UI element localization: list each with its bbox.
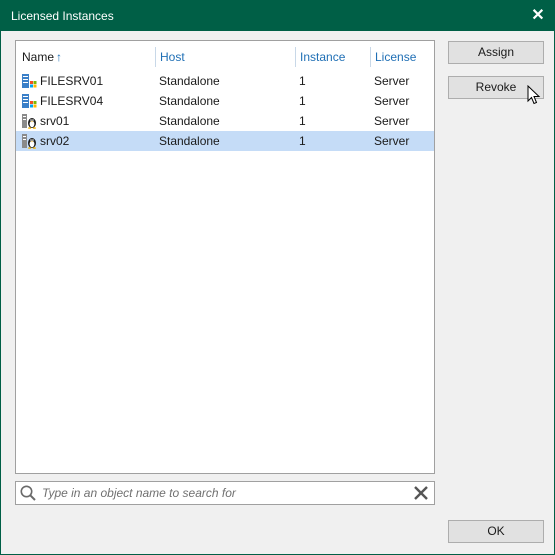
row-name: FILESRV04 xyxy=(40,94,104,108)
search-input[interactable] xyxy=(42,484,402,502)
row-name: srv02 xyxy=(40,134,70,148)
close-icon[interactable]: ✕ xyxy=(528,6,548,26)
row-license: Server xyxy=(374,114,410,128)
column-header-host[interactable]: Host xyxy=(155,47,295,67)
row-instance: 1 xyxy=(299,134,306,148)
row-instance: 1 xyxy=(299,74,306,88)
window-title: Licensed Instances xyxy=(11,9,114,23)
row-instance: 1 xyxy=(299,114,306,128)
column-header-name[interactable]: Name ↑ xyxy=(18,47,156,67)
title-bar: Licensed Instances ✕ xyxy=(1,1,554,31)
row-host: Standalone xyxy=(159,74,220,88)
row-host: Standalone xyxy=(159,94,220,108)
linux-server-icon xyxy=(22,114,36,129)
row-host: Standalone xyxy=(159,134,220,148)
search-box xyxy=(15,481,435,505)
row-license: Server xyxy=(374,74,410,88)
sort-ascending-icon: ↑ xyxy=(56,50,63,64)
column-header-license[interactable]: License xyxy=(370,47,434,67)
linux-server-icon xyxy=(22,134,36,149)
windows-server-icon xyxy=(22,74,37,88)
column-header-name-label: Name xyxy=(22,50,55,64)
table-row-selected[interactable]: srv02 Standalone 1 Server xyxy=(16,131,434,151)
windows-server-icon xyxy=(22,94,37,108)
licensed-instances-dialog: Licensed Instances ✕ Name ↑ Host Instance… xyxy=(0,0,555,555)
instances-list[interactable]: Name ↑ Host Instance License FILESRV01 S… xyxy=(15,40,435,474)
table-row[interactable]: FILESRV01 Standalone 1 Server xyxy=(16,71,434,91)
row-instance: 1 xyxy=(299,94,306,108)
row-name: FILESRV01 xyxy=(40,74,104,88)
mouse-pointer-icon xyxy=(527,85,541,105)
table-row[interactable]: srv01 Standalone 1 Server xyxy=(16,111,434,131)
assign-button[interactable]: Assign xyxy=(448,41,544,64)
ok-button[interactable]: OK xyxy=(448,520,544,543)
clear-search-icon[interactable] xyxy=(412,484,430,502)
list-rows: FILESRV01 Standalone 1 Server FILESRV04 xyxy=(16,71,434,151)
list-header: Name ↑ Host Instance License xyxy=(16,47,434,67)
row-license: Server xyxy=(374,134,410,148)
column-header-instance[interactable]: Instance xyxy=(295,47,370,67)
row-name: srv01 xyxy=(40,114,70,128)
search-icon xyxy=(20,485,36,501)
row-host: Standalone xyxy=(159,114,220,128)
row-license: Server xyxy=(374,94,410,108)
table-row[interactable]: FILESRV04 Standalone 1 Server xyxy=(16,91,434,111)
